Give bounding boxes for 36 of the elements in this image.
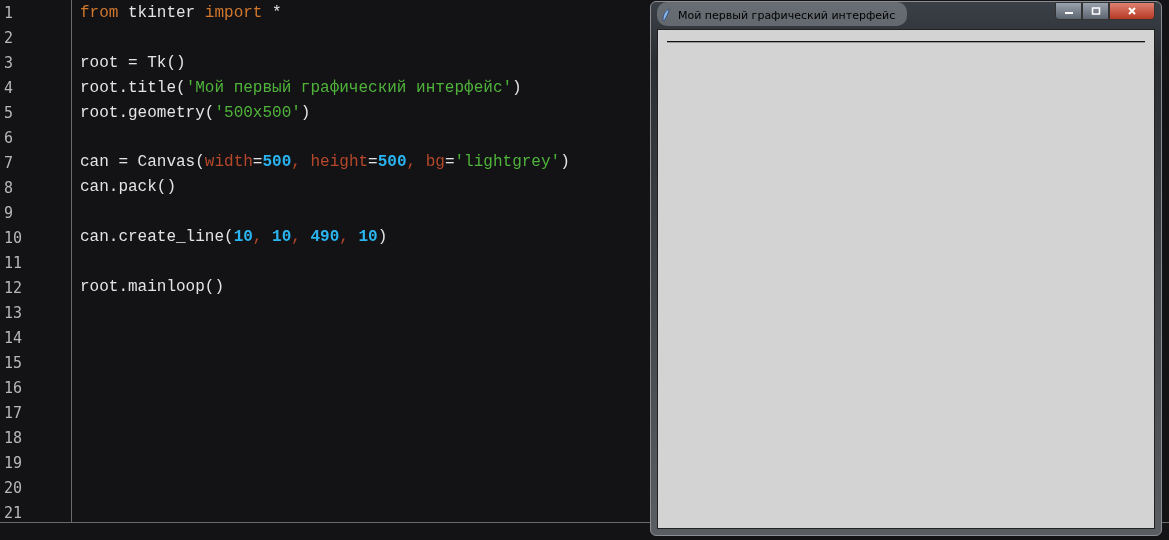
line-number: 17 [3, 403, 24, 424]
line-number: 19 [3, 453, 24, 474]
line-number: 6 [3, 128, 15, 149]
line-number: 13 [3, 303, 24, 324]
line-number: 9 [3, 203, 15, 224]
line-number: 10 [3, 228, 24, 249]
line-number: 8 [3, 178, 15, 199]
line-number: 3 [3, 53, 15, 74]
code-line: can.create_line(10, 10, 490, 10) [80, 227, 389, 249]
line-number: 20 [3, 478, 24, 499]
line-number: 11 [3, 253, 24, 274]
line-number: 14 [3, 328, 24, 349]
window-title: Мой первый графический интерфейс [678, 8, 896, 22]
feather-icon [661, 8, 671, 22]
close-icon [1127, 7, 1137, 15]
code-line: can = Canvas(width=500, height=500, bg='lightgrey') [80, 152, 570, 174]
code-line: can.pack() [80, 177, 177, 199]
line-number: 16 [3, 378, 24, 399]
line-number: 12 [3, 278, 24, 299]
code-line: root.mainloop() [80, 276, 226, 298]
line-number: 7 [3, 153, 15, 174]
code-line: from tkinter import * [80, 3, 283, 24]
line-number: 4 [3, 78, 15, 99]
line-number: 5 [3, 103, 15, 124]
line-number: 18 [3, 428, 24, 449]
maximize-icon [1090, 7, 1101, 15]
line-number: 1 [3, 3, 15, 24]
code-line: root.geometry('500x500') [80, 102, 312, 124]
code-line: root = Tk() [80, 52, 187, 74]
code-line: root.title('Мой первый графический интерфейс') [80, 77, 523, 99]
close-button[interactable] [1109, 2, 1155, 20]
minimize-button[interactable] [1055, 2, 1082, 20]
line-number: 15 [3, 353, 24, 374]
line-number: 2 [3, 28, 15, 49]
line-number: 21 [3, 503, 24, 524]
maximize-button[interactable] [1082, 2, 1109, 20]
